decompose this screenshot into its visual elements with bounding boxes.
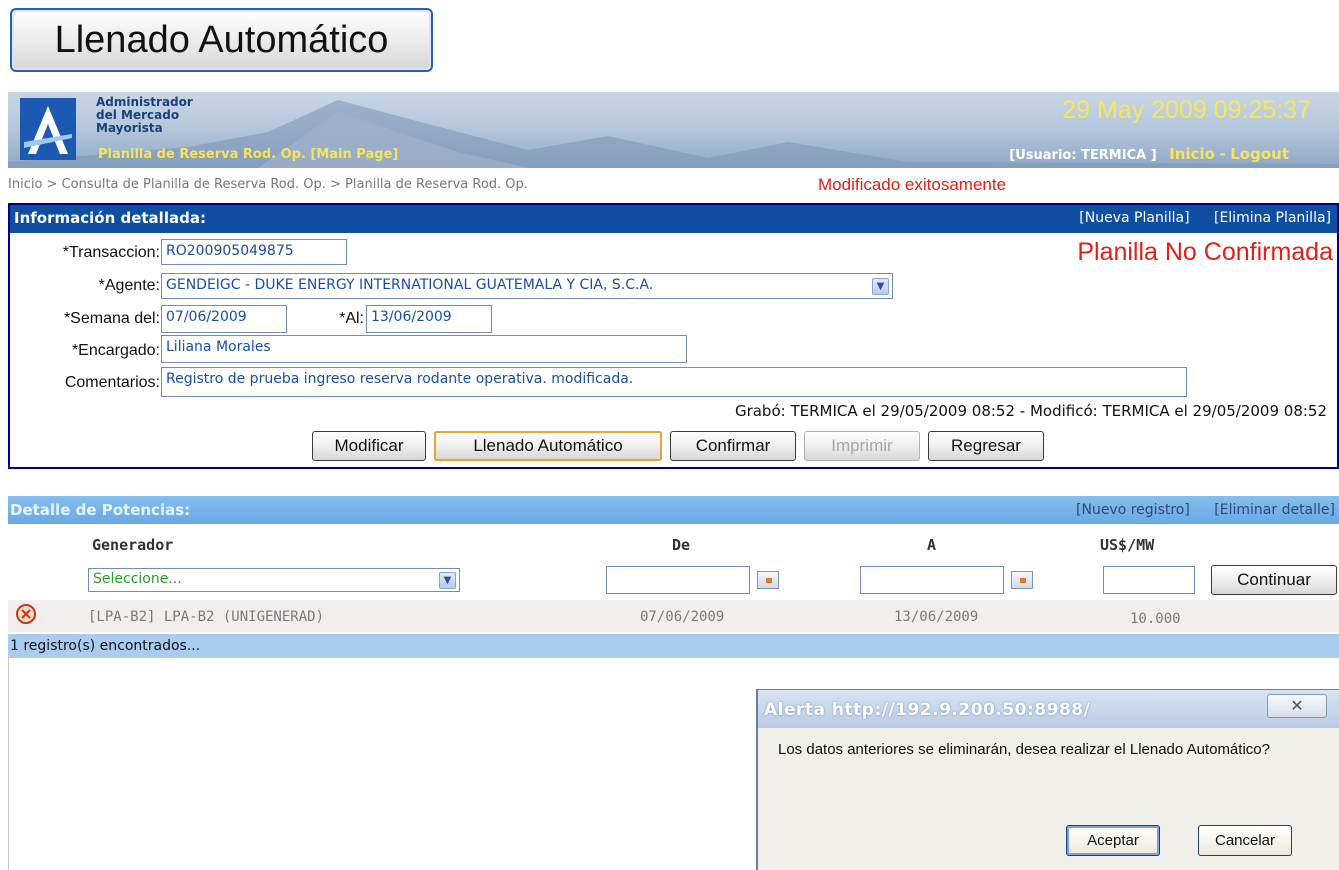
delete-planilla-link[interactable]: [Elimina Planilla] bbox=[1214, 210, 1331, 226]
encargado-field[interactable]: Liliana Morales bbox=[161, 335, 687, 363]
table-row[interactable]: [LPA-B2] LPA-B2 (UNIGENERAD) 07/06/2009 … bbox=[8, 600, 1339, 632]
calendar-icon[interactable] bbox=[1011, 571, 1033, 589]
success-message: Modificado exitosamente bbox=[818, 175, 1007, 194]
llenado-automatico-callout-button[interactable]: Llenado Automático bbox=[10, 8, 433, 72]
aceptar-button[interactable]: Aceptar bbox=[1066, 825, 1160, 856]
agente-label: *Agente: bbox=[98, 277, 160, 294]
modificar-button[interactable]: Modificar bbox=[312, 431, 426, 461]
new-planilla-link[interactable]: [Nueva Planilla] bbox=[1079, 210, 1189, 226]
user-bar: [Usuario: TERMICA ] Inicio - Logout bbox=[1009, 145, 1289, 163]
alert-dialog: Alerta http://192.9.200.50:8988/ ✕ Los d… bbox=[756, 689, 1339, 870]
detail-title-bar: Detalle de Potencias: [Nuevo registro] [… bbox=[8, 496, 1339, 524]
encargado-label: *Encargado: bbox=[71, 342, 160, 359]
detail-section-title: Detalle de Potencias: bbox=[10, 501, 191, 519]
username-label: [Usuario: TERMICA ] bbox=[1009, 148, 1157, 163]
semana-del-field[interactable]: 07/06/2009 bbox=[161, 305, 287, 333]
amm-logo-icon bbox=[20, 98, 76, 160]
generador-select[interactable]: Seleccione... ▼ bbox=[88, 568, 460, 592]
llenado-automatico-button[interactable]: Llenado Automático bbox=[434, 431, 662, 461]
comentarios-label: Comentarios: bbox=[64, 374, 160, 391]
record-count-bar: 1 registro(s) encontrados... bbox=[8, 634, 1339, 658]
column-header-usd-mw: US$/MW bbox=[1100, 536, 1155, 554]
cell-de: 07/06/2009 bbox=[640, 609, 725, 625]
org-name-line-3: Mayorista bbox=[96, 121, 163, 135]
logout-link[interactable]: Logout bbox=[1230, 145, 1289, 163]
delete-row-icon[interactable] bbox=[15, 603, 37, 625]
dialog-title-bar[interactable]: Alerta http://192.9.200.50:8988/ ✕ bbox=[758, 690, 1339, 728]
datetime-display: 29 May 2009 09:25:37 bbox=[1062, 96, 1311, 124]
delete-detail-link[interactable]: [Eliminar detalle] bbox=[1214, 502, 1335, 518]
al-label: *Al: bbox=[339, 310, 364, 327]
dialog-body: Los datos anteriores se eliminarán, dese… bbox=[758, 728, 1339, 870]
confirmar-button[interactable]: Confirmar bbox=[670, 431, 796, 461]
home-link[interactable]: Inicio bbox=[1169, 145, 1215, 163]
cell-usd-mw: 10.000 bbox=[1130, 611, 1181, 627]
regresar-button[interactable]: Regresar bbox=[928, 431, 1044, 461]
audit-info: Grabó: TERMICA el 29/05/2009 08:52 - Mod… bbox=[734, 402, 1327, 420]
cancelar-button[interactable]: Cancelar bbox=[1198, 825, 1292, 856]
info-actions: [Nueva Planilla] [Elimina Planilla] bbox=[1059, 210, 1331, 226]
org-name-line-1: Administrador bbox=[96, 95, 193, 109]
info-panel: Información detallada: [Nueva Planilla] … bbox=[8, 203, 1339, 469]
planilla-status: Planilla No Confirmada bbox=[1077, 238, 1333, 266]
continuar-button[interactable]: Continuar bbox=[1211, 565, 1337, 595]
divider bbox=[8, 658, 9, 870]
cell-a: 13/06/2009 bbox=[894, 609, 979, 625]
dialog-message: Los datos anteriores se eliminarán, dese… bbox=[778, 741, 1270, 758]
agente-select-value: GENDEIGC - DUKE ENERGY INTERNATIONAL GUA… bbox=[166, 277, 654, 293]
a-date-input[interactable] bbox=[860, 566, 1004, 594]
transaccion-label: *Transaccion: bbox=[62, 244, 160, 261]
info-section-title: Información detallada: bbox=[14, 209, 206, 227]
semana-al-field[interactable]: 13/06/2009 bbox=[366, 305, 492, 333]
imprimir-button[interactable]: Imprimir bbox=[804, 431, 920, 461]
link-separator: - bbox=[1219, 145, 1226, 163]
semana-label: *Semana del: bbox=[63, 310, 160, 327]
comentarios-field[interactable]: Registro de prueba ingreso reserva rodan… bbox=[161, 367, 1187, 397]
info-title-bar: Información detallada: [Nueva Planilla] … bbox=[10, 205, 1337, 233]
new-record-link[interactable]: [Nuevo registro] bbox=[1076, 502, 1190, 518]
dialog-title: Alerta http://192.9.200.50:8988/ bbox=[764, 700, 1091, 720]
org-name-line-2: del Mercado bbox=[96, 108, 180, 122]
app-header: Administrador del Mercado Mayorista Plan… bbox=[8, 92, 1339, 168]
breadcrumb[interactable]: Inicio > Consulta de Planilla de Reserva… bbox=[8, 177, 528, 192]
usd-mw-input[interactable] bbox=[1103, 566, 1195, 594]
page-title: Planilla de Reserva Rod. Op. [Main Page] bbox=[98, 147, 399, 162]
close-icon[interactable]: ✕ bbox=[1267, 694, 1327, 718]
chevron-down-icon[interactable]: ▼ bbox=[872, 278, 889, 295]
agente-select[interactable]: GENDEIGC - DUKE ENERGY INTERNATIONAL GUA… bbox=[161, 273, 893, 299]
transaccion-field[interactable]: RO200905049875 bbox=[161, 239, 347, 265]
chevron-down-icon[interactable]: ▼ bbox=[439, 572, 456, 589]
cell-generador: [LPA-B2] LPA-B2 (UNIGENERAD) bbox=[88, 609, 325, 625]
column-header-de: De bbox=[672, 536, 691, 554]
de-date-input[interactable] bbox=[606, 566, 750, 594]
calendar-icon[interactable] bbox=[757, 571, 779, 589]
record-count: 1 registro(s) encontrados... bbox=[10, 638, 201, 654]
column-header-generador: Generador bbox=[92, 536, 174, 554]
generador-select-placeholder: Seleccione... bbox=[93, 571, 182, 587]
column-header-a: A bbox=[927, 536, 937, 554]
detail-actions: [Nuevo registro] [Eliminar detalle] bbox=[1056, 502, 1335, 518]
